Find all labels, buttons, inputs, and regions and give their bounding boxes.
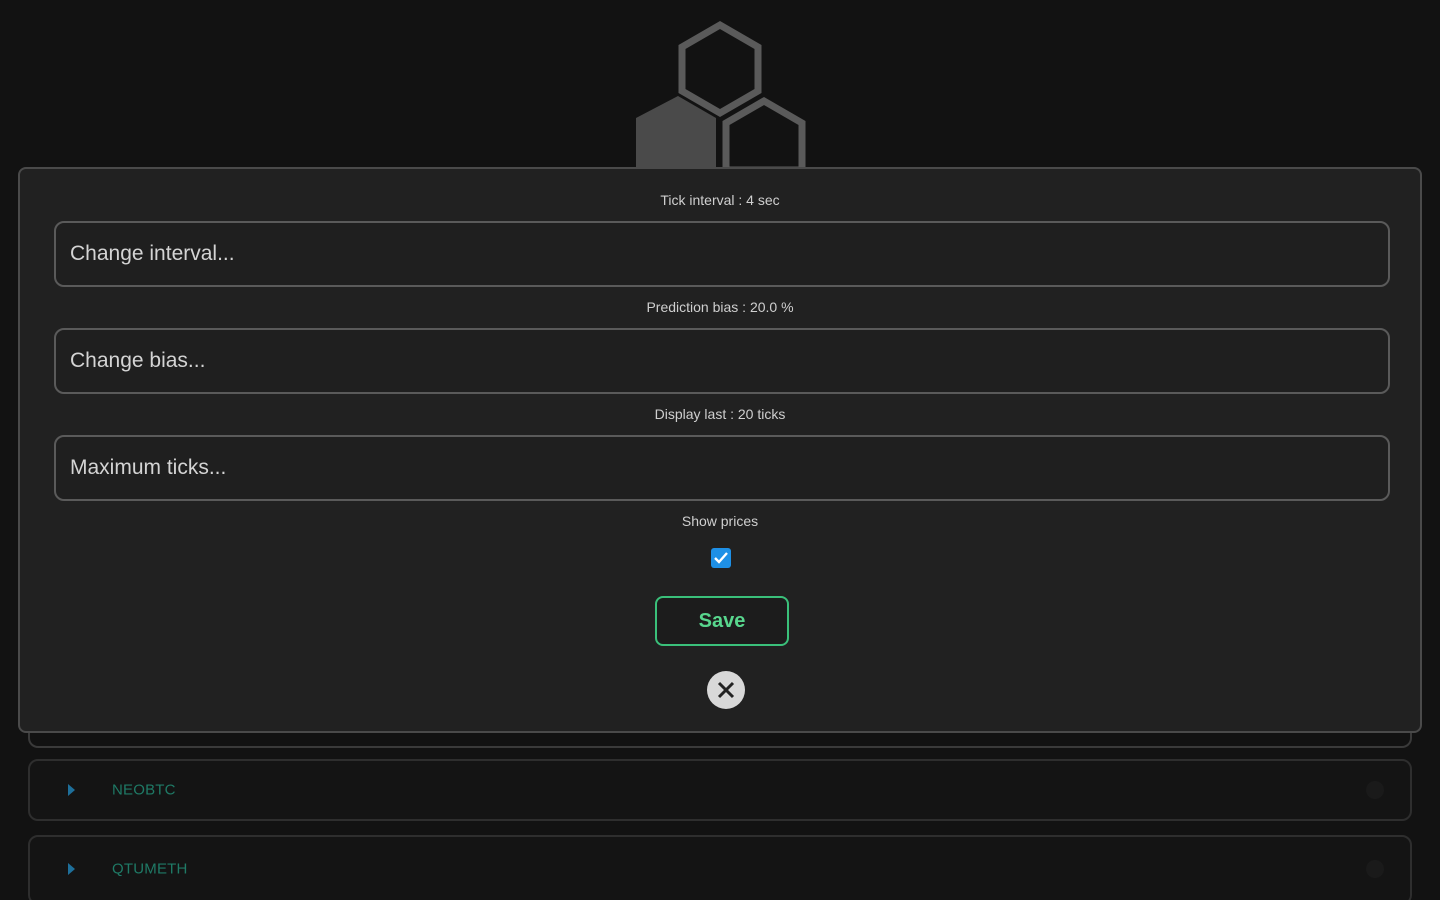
- settings-modal: Tick interval : 4 sec Prediction bias : …: [18, 167, 1422, 733]
- display-last-label: Display last : 20 ticks: [654, 406, 786, 422]
- close-button[interactable]: [707, 671, 745, 709]
- symbol-label: NEOBTC: [112, 781, 176, 799]
- list-item[interactable]: NEOBTC: [28, 759, 1412, 821]
- show-prices-checkbox[interactable]: [711, 548, 731, 568]
- chevron-right-icon[interactable]: [68, 863, 75, 875]
- list-item[interactable]: QTUMETH: [28, 835, 1412, 900]
- tick-interval-label: Tick interval : 4 sec: [660, 192, 780, 208]
- bias-input[interactable]: [54, 328, 1390, 394]
- show-prices-label: Show prices: [681, 513, 759, 529]
- max-ticks-input[interactable]: [54, 435, 1390, 501]
- prediction-bias-label: Prediction bias : 20.0 %: [646, 299, 794, 315]
- row-action-icon[interactable]: [1366, 781, 1384, 799]
- interval-input[interactable]: [54, 221, 1390, 287]
- chevron-right-icon[interactable]: [68, 784, 75, 796]
- hexagon-logo-icon: [636, 20, 806, 170]
- row-action-icon[interactable]: [1366, 860, 1384, 878]
- save-button[interactable]: Save: [655, 596, 789, 646]
- checkmark-icon: [714, 552, 728, 564]
- close-icon: [717, 681, 735, 699]
- app-screen: NEOBTC QTUMETH Tick interval : 4 sec Pre…: [0, 0, 1440, 900]
- symbol-label: QTUMETH: [112, 860, 188, 878]
